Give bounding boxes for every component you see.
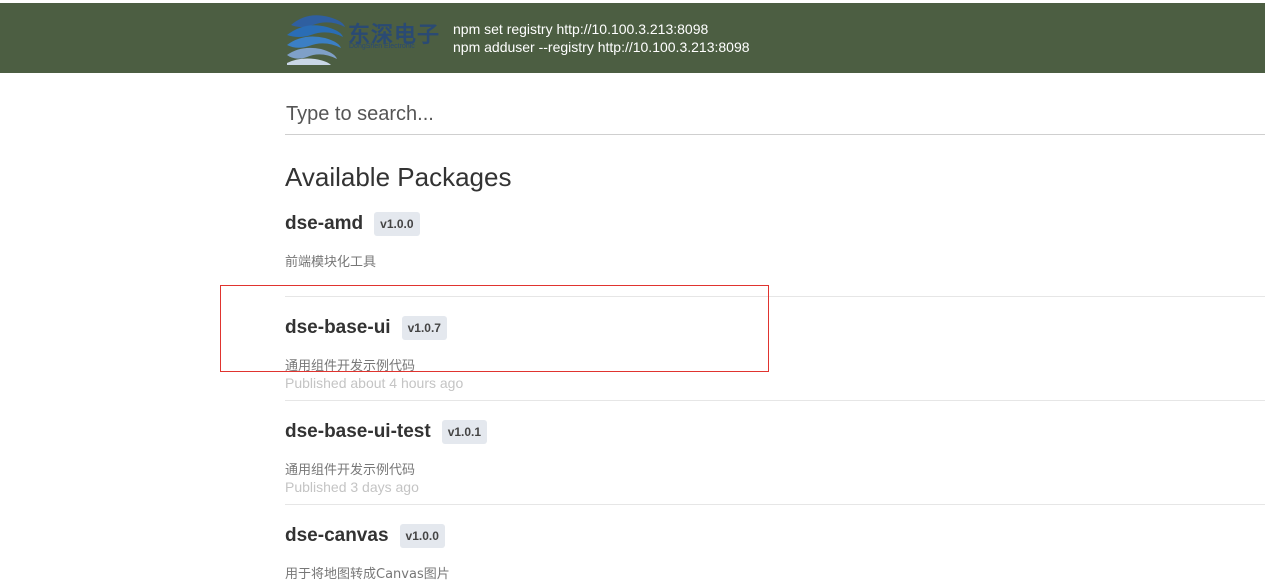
registry-instructions: npm set registry http://10.100.3.213:809… [453,20,750,56]
search-input[interactable] [285,100,1265,135]
package-description: 用于将地图转成Canvas图片 [285,567,450,582]
divider [285,400,1265,401]
top-header: 东深电子 DongShen Electronic npm set registr… [0,0,1265,73]
package-header: dse-base-ui v1.0.7 [285,316,447,340]
adduser-command-line: npm adduser --registry http://10.100.3.2… [453,39,750,55]
version-badge: v1.0.0 [374,212,420,236]
package-name-link[interactable]: dse-base-ui-test [285,421,431,443]
divider [285,504,1265,505]
registry-command-line: npm set registry http://10.100.3.213:809… [453,21,709,37]
package-description: 通用组件开发示例代码 [285,463,416,478]
package-description: 前端模块化工具 [285,255,377,270]
wave-logo-icon [287,15,345,65]
version-badge: v1.0.7 [401,316,447,340]
page-title: Available Packages [285,162,512,192]
package-header: dse-amd v1.0.0 [285,212,420,236]
divider [285,296,1265,297]
package-header: dse-base-ui-test v1.0.1 [285,420,488,444]
package-name-link[interactable]: dse-base-ui [285,317,391,339]
package-description: 通用组件开发示例代码 [285,359,416,374]
logo-subtext: DongShen Electronic [349,43,415,50]
published-time: Published 3 days ago [285,479,419,495]
published-time: Published about 4 hours ago [285,375,464,391]
package-header: dse-canvas v1.0.0 [285,524,445,548]
package-name-link[interactable]: dse-canvas [285,525,389,547]
company-logo[interactable]: 东深电子 DongShen Electronic [285,11,445,65]
version-badge: v1.0.0 [399,524,445,548]
package-name-link[interactable]: dse-amd [285,213,363,235]
version-badge: v1.0.1 [441,420,488,444]
